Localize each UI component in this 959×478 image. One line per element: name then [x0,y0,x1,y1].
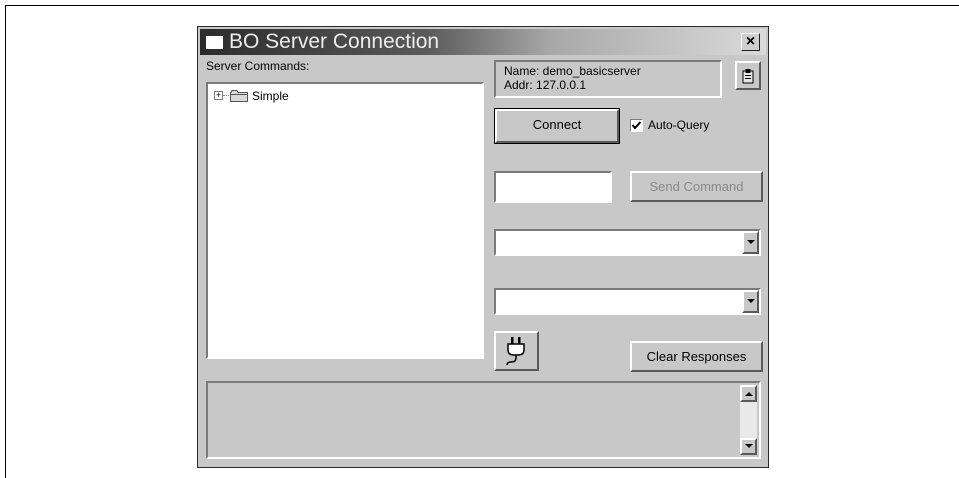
window-title: BO Server Connection [229,30,440,53]
server-connection-window: BO Server Connection × Server Commands: … [197,26,769,468]
chevron-down-icon [747,299,755,303]
clear-responses-button[interactable]: Clear Responses [630,341,763,372]
server-name-text: Name: demo_basicserver [504,64,641,78]
auto-query-label[interactable]: Auto-Query [648,118,709,132]
command-input[interactable] [494,171,612,203]
page-frame-left [5,5,6,478]
clipboard-icon [742,69,754,84]
chevron-down-icon [747,240,755,244]
connect-button[interactable]: Connect [494,108,620,144]
clipboard-button[interactable] [735,61,761,90]
tree-item-label: Simple [252,89,289,103]
window-icon [206,36,223,49]
plug-icon [506,337,525,366]
dropdown-1-arrow[interactable] [742,231,759,254]
server-addr-text: Addr: 127.0.0.1 [504,78,587,92]
dropdown-2[interactable] [494,288,761,315]
auto-query-checkbox[interactable] [630,119,643,132]
server-info-box: Name: demo_basicserver Addr: 127.0.0.1 [494,60,722,98]
page-frame-top [5,5,959,6]
connect-label: Connect [532,117,582,132]
close-button[interactable]: × [741,33,760,51]
dropdown-2-arrow[interactable] [742,290,759,313]
chevron-down-icon [745,444,753,448]
tree-expand-icon[interactable]: + [214,91,223,100]
plug-button[interactable] [494,331,539,371]
tree-connector [223,95,229,96]
dropdown-1[interactable] [494,229,761,256]
chevron-up-icon [745,392,753,396]
folder-icon [230,90,248,102]
checkmark-icon [631,121,642,130]
scroll-down-button[interactable] [740,438,757,455]
responses-scrollbar[interactable] [740,385,757,455]
server-commands-tree[interactable]: + Simple [206,82,484,359]
title-bar[interactable]: BO Server Connection × [200,29,766,55]
server-commands-label: Server Commands: [206,59,310,73]
send-command-button[interactable]: Send Command [630,171,763,202]
scroll-up-button[interactable] [740,385,757,402]
responses-box[interactable] [206,381,761,459]
